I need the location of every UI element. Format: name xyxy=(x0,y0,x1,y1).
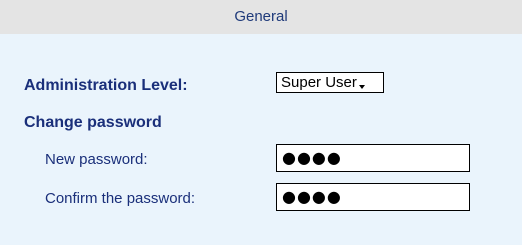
new-password-label: New password: xyxy=(45,151,148,168)
administration-level-value: Super User xyxy=(281,74,357,91)
dropdown-arrow-icon xyxy=(358,85,365,89)
form-area xyxy=(0,34,522,245)
administration-level-label: Administration Level: xyxy=(24,77,188,94)
change-password-heading: Change password xyxy=(24,114,162,131)
confirm-password-label: Confirm the password: xyxy=(45,190,196,207)
section-header: General xyxy=(0,0,522,34)
general-settings-panel: General Administration Level: Super User… xyxy=(0,0,522,245)
administration-level-select[interactable]: Super User xyxy=(276,72,384,93)
new-password-field[interactable]: ●●●● xyxy=(276,144,470,172)
section-title: General xyxy=(234,8,288,25)
confirm-password-field[interactable]: ●●●● xyxy=(276,183,470,211)
